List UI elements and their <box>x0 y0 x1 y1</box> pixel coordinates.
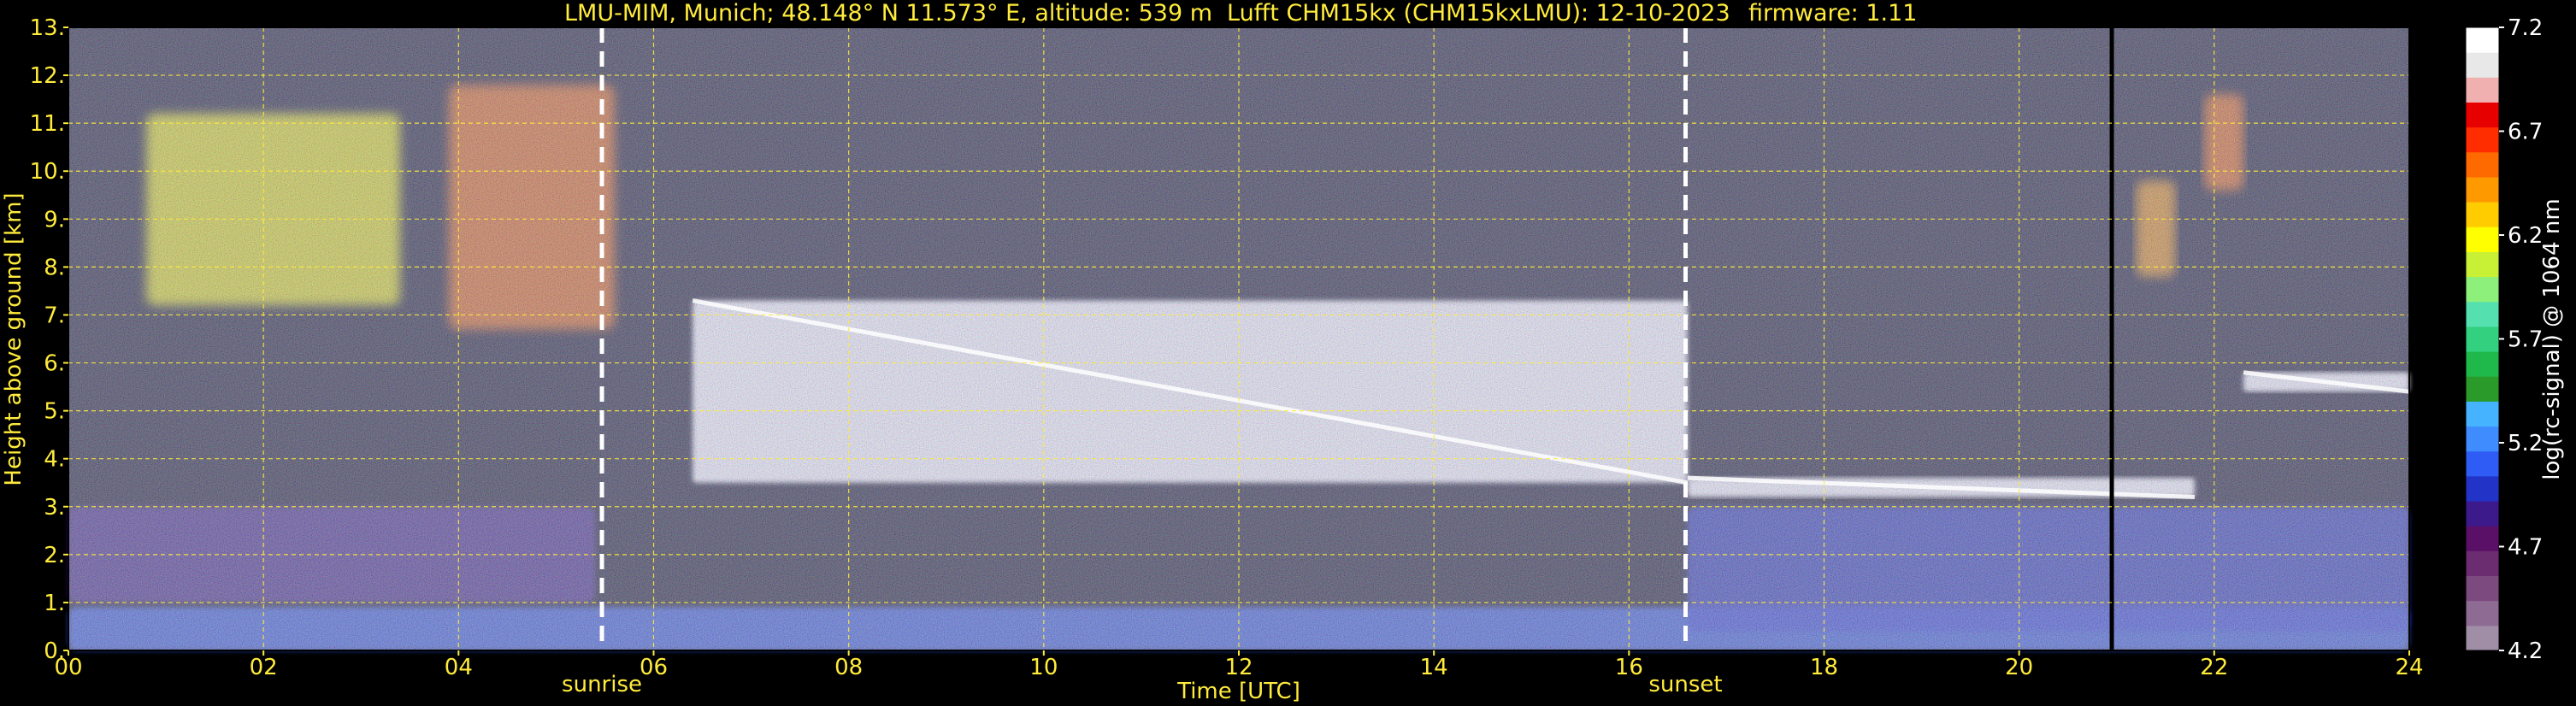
colorbar-tick-label-7.2: 7.2 <box>2508 15 2543 41</box>
y-tick-label-7.: 7. <box>44 303 65 328</box>
chart-title-instrument: Lufft CHM15kx (CHM15kxLMU): 12-10-2023 <box>1227 0 1730 26</box>
x-tick-label-24: 24 <box>2395 655 2423 680</box>
y-tick-label-3.: 3. <box>44 495 65 521</box>
colorbar-tick-label-6.2: 6.2 <box>2508 223 2543 249</box>
colorbar-tick-label-4.7: 4.7 <box>2508 535 2543 561</box>
sunset-label: sunset <box>1648 672 1722 697</box>
chart-title-firmware: firmware: 1.11 <box>1748 0 1917 26</box>
colorbar-swatch-18 <box>2466 176 2499 203</box>
chart-title-site: LMU-MIM, Munich; 48.148° N 11.573° E, al… <box>564 0 1212 26</box>
colorbar-swatch-20 <box>2466 126 2499 153</box>
colorbar: 4.2 4.7 5.2 5.7 6.2 6.7 7.2 <box>2465 15 2543 664</box>
sunrise-label: sunrise <box>562 672 642 697</box>
plot-area: sunrise sunset <box>68 26 2410 697</box>
x-axis: 00 02 04 06 08 10 12 14 16 18 20 22 24 <box>54 650 2424 680</box>
y-tick-label-11.: 11. <box>30 111 65 137</box>
colorbar-swatch-15 <box>2466 251 2499 278</box>
y-tick-label-6.: 6. <box>44 351 65 377</box>
x-tick-label-02: 02 <box>250 655 278 680</box>
colorbar-tick-label-5.2: 5.2 <box>2508 431 2543 456</box>
colorbar-swatch-13 <box>2466 301 2499 327</box>
x-tick-label-12: 12 <box>1224 655 1253 680</box>
colorbar-swatch-0 <box>2466 625 2499 651</box>
colorbar-swatch-16 <box>2466 227 2499 252</box>
x-tick-label-18: 18 <box>1810 655 1838 680</box>
colorbar-swatch-3 <box>2466 550 2499 577</box>
y-tick-label-10.: 10. <box>30 159 65 185</box>
y-tick-label-5.: 5. <box>44 399 65 425</box>
y-tick-label-4.: 4. <box>44 447 65 473</box>
ceilometer-figure: LMU-MIM, Munich; 48.148° N 11.573° E, al… <box>1 0 2565 704</box>
colorbar-swatch-7 <box>2466 450 2499 477</box>
colorbar-tick-label-6.7: 6.7 <box>2508 120 2543 145</box>
x-axis-label: Time [UTC] <box>1176 679 1300 704</box>
colorbar-tick-label-4.2: 4.2 <box>2508 638 2543 664</box>
y-tick-label-8.: 8. <box>44 255 65 280</box>
colorbar-swatch-23 <box>2466 52 2499 78</box>
colorbar-swatch-1 <box>2466 600 2499 627</box>
colorbar-label: log(rc-signal) @ 1064 nm <box>2539 198 2565 479</box>
x-tick-label-08: 08 <box>834 655 863 680</box>
y-tick-label-12.: 12. <box>30 63 65 89</box>
colorbar-swatch-22 <box>2466 77 2499 103</box>
colorbar-swatch-9 <box>2466 401 2499 427</box>
x-tick-label-10: 10 <box>1029 655 1058 680</box>
y-tick-label-2.: 2. <box>44 543 65 568</box>
colorbar-swatch-14 <box>2466 276 2499 303</box>
y-tick-label-1.: 1. <box>44 591 65 616</box>
colorbar-swatch-11 <box>2466 351 2499 377</box>
colorbar-swatch-8 <box>2466 426 2499 452</box>
x-tick-label-06: 06 <box>640 655 668 680</box>
colorbar-swatch-6 <box>2466 475 2499 502</box>
colorbar-swatch-2 <box>2466 575 2499 602</box>
y-tick-label-13.: 13. <box>30 15 65 41</box>
y-tick-label-0.: 0. <box>44 638 65 664</box>
colorbar-swatch-19 <box>2466 151 2499 178</box>
y-axis-label: Height above ground [km] <box>1 192 27 485</box>
colorbar-tick-label-5.7: 5.7 <box>2508 327 2543 353</box>
x-tick-label-20: 20 <box>2005 655 2033 680</box>
colorbar-swatch-4 <box>2466 526 2499 551</box>
colorbar-swatch-12 <box>2466 326 2499 352</box>
colorbar-swatch-17 <box>2466 202 2499 227</box>
colorbar-swatch-24 <box>2466 27 2499 53</box>
x-tick-label-16: 16 <box>1615 655 1643 680</box>
colorbar-swatch-10 <box>2466 376 2499 402</box>
x-tick-label-14: 14 <box>1420 655 1448 680</box>
y-tick-label-9.: 9. <box>44 207 65 232</box>
colorbar-swatch-5 <box>2466 501 2499 527</box>
colorbar-swatch-21 <box>2466 102 2499 128</box>
y-axis: 0. 1. 2. 3. 4. 5. 6. 7. 8. 9. 10. 11. 12. 13. <box>30 15 68 664</box>
x-tick-label-22: 22 <box>2200 655 2228 680</box>
x-tick-label-04: 04 <box>445 655 473 680</box>
